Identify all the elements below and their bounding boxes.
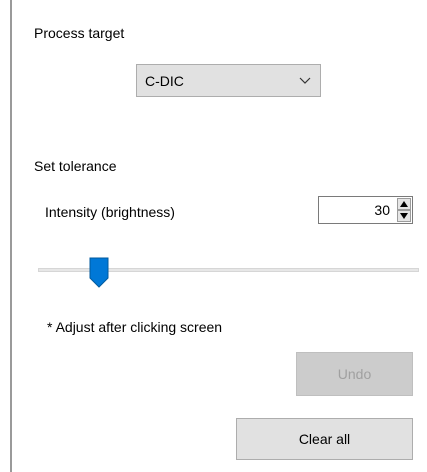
process-target-label: Process target [34,25,125,41]
process-target-dropdown[interactable]: C-DIC [136,64,321,97]
intensity-spinbox[interactable] [318,196,413,224]
spin-up-button[interactable] [397,198,411,210]
intensity-input[interactable] [321,199,394,221]
chevron-down-icon [298,73,312,87]
intensity-slider[interactable] [38,254,419,288]
slider-thumb[interactable] [89,257,109,288]
panel-divider [10,0,12,472]
arrow-up-icon [400,201,408,207]
set-tolerance-label: Set tolerance [34,158,117,174]
process-target-selected-value: C-DIC [145,73,184,89]
adjust-note: * Adjust after clicking screen [47,319,223,335]
undo-button[interactable]: Undo [296,352,413,396]
arrow-down-icon [400,213,408,219]
clear-all-button[interactable]: Clear all [236,418,413,460]
spin-down-button[interactable] [397,210,411,222]
intensity-label: Intensity (brightness) [45,204,175,220]
